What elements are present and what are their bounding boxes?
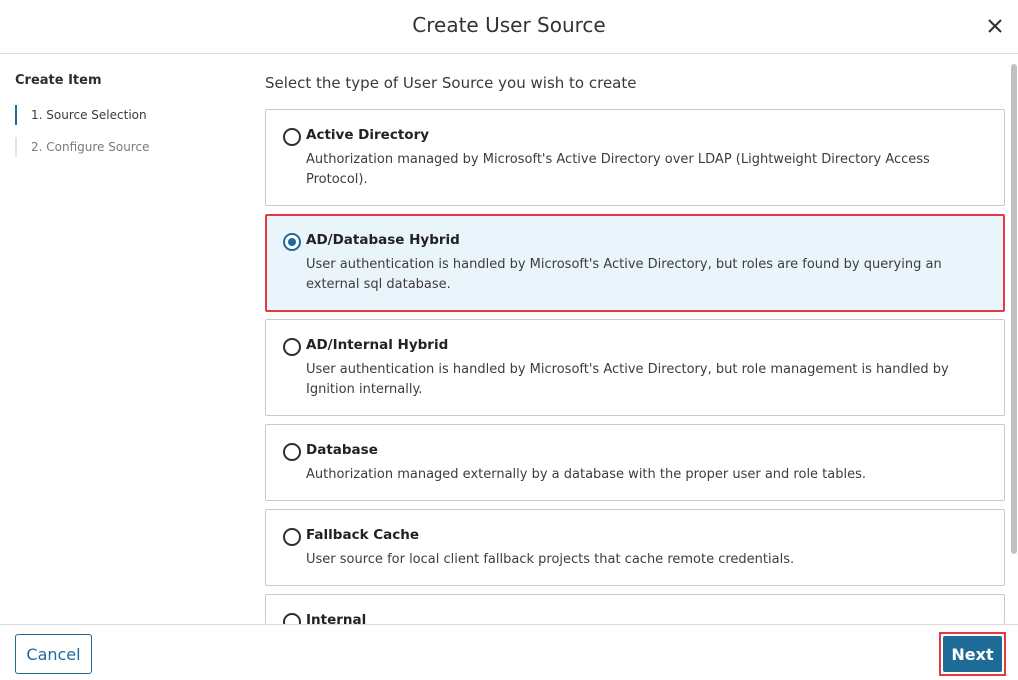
option-fallback-cache[interactable]: Fallback Cache User source for local cli… [265, 509, 1005, 586]
option-title: Fallback Cache [306, 527, 420, 543]
option-ad-database-hybrid[interactable]: AD/Database Hybrid User authentication i… [265, 214, 1005, 312]
next-button-highlight: Next [939, 632, 1006, 676]
next-button[interactable]: Next [943, 636, 1002, 672]
option-description: Authorization managed by Microsoft's Act… [306, 152, 930, 187]
option-title: AD/Database Hybrid [306, 232, 460, 248]
step-configure-source[interactable]: 2. Configure Source [15, 137, 235, 157]
close-icon[interactable] [984, 15, 1006, 37]
content-scrollbar[interactable] [1011, 64, 1017, 554]
step-source-selection[interactable]: 1. Source Selection [15, 105, 235, 125]
option-description: User authentication is handled by Micros… [306, 362, 949, 397]
radio-button[interactable] [283, 613, 301, 624]
radio-button[interactable] [283, 528, 301, 546]
radio-button[interactable] [283, 128, 301, 146]
page-prompt: Select the type of User Source you wish … [265, 74, 637, 92]
dialog-header: Create User Source [0, 0, 1018, 54]
dialog-title: Create User Source [412, 13, 606, 37]
option-title: Database [306, 442, 378, 458]
radio-button[interactable] [283, 338, 301, 356]
option-title: AD/Internal Hybrid [306, 337, 449, 353]
option-active-directory[interactable]: Active Directory Authorization managed b… [265, 109, 1005, 206]
option-title: Internal [306, 612, 367, 624]
radio-button-selected[interactable] [283, 233, 301, 251]
option-internal[interactable]: Internal [265, 594, 1005, 624]
option-ad-internal-hybrid[interactable]: AD/Internal Hybrid User authentication i… [265, 319, 1005, 416]
dialog-footer: Cancel Next [0, 624, 1018, 680]
radio-button[interactable] [283, 443, 301, 461]
sidebar-heading: Create Item [15, 73, 102, 88]
radio-dot-icon [288, 238, 296, 246]
option-description: Authorization managed externally by a da… [306, 467, 867, 482]
option-database[interactable]: Database Authorization managed externall… [265, 424, 1005, 501]
cancel-button[interactable]: Cancel [15, 634, 92, 674]
option-title: Active Directory [306, 127, 430, 143]
wizard-sidebar: Create Item 1. Source Selection 2. Confi… [0, 55, 248, 624]
create-user-source-dialog: Create User Source Create Item 1. Source… [0, 0, 1018, 680]
option-description: User authentication is handled by Micros… [306, 257, 942, 292]
option-description: User source for local client fallback pr… [306, 552, 795, 567]
